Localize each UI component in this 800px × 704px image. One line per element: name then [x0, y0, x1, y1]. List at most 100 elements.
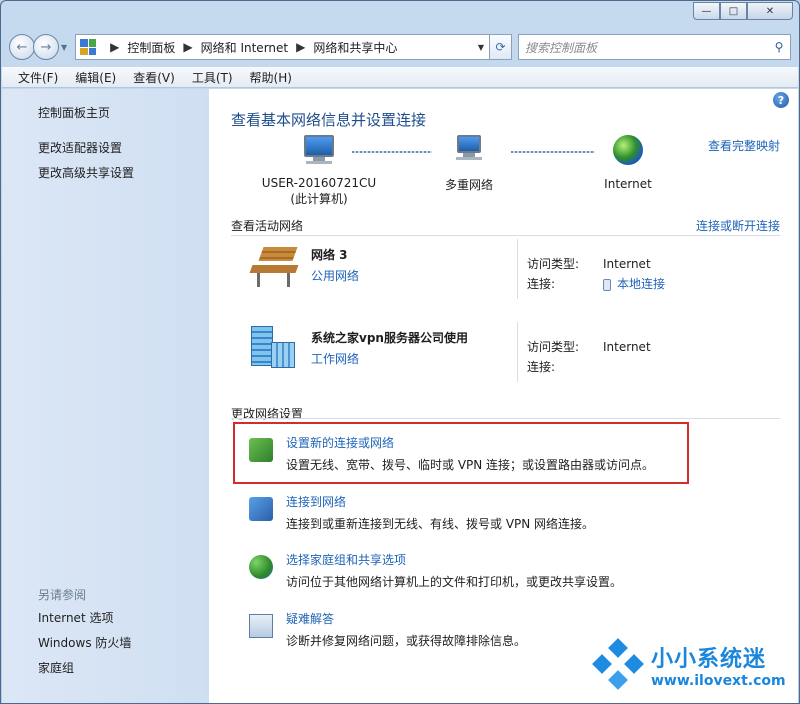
- minimize-button[interactable]: —: [693, 2, 720, 20]
- menu-file[interactable]: 文件(F): [18, 69, 58, 86]
- refresh-button[interactable]: ⟳: [490, 34, 512, 60]
- task-link[interactable]: 连接到网络: [286, 493, 346, 510]
- task-description: 设置无线、宽带、拨号、临时或 VPN 连接；或设置路由器或访问点。: [286, 458, 655, 472]
- breadcrumb-item[interactable]: 控制面板: [127, 39, 175, 56]
- divider: [231, 235, 780, 236]
- control-panel-icon: [80, 39, 97, 55]
- connection-row: 连接: 本地连接: [527, 275, 665, 292]
- see-also-homegroup[interactable]: 家庭组: [38, 659, 131, 684]
- network-entry: 网络 3 公用网络 访问类型: Internet 连接: 本地连接: [231, 239, 780, 313]
- search-input[interactable]: 搜索控制面板 ⚲: [518, 34, 791, 60]
- troubleshoot-icon: [249, 614, 273, 638]
- map-internet: Internet: [593, 135, 663, 191]
- see-also-firewall[interactable]: Windows 防火墙: [38, 634, 131, 659]
- computer-name: USER-20160721CU: [261, 176, 377, 190]
- watermark-logo-icon: [592, 638, 644, 690]
- watermark-url: www.ilovext.com: [651, 673, 786, 689]
- connection-row: 连接:: [527, 358, 603, 375]
- access-type-value: Internet: [603, 257, 651, 271]
- building-icon: [251, 326, 295, 368]
- access-type-row: 访问类型: Internet: [527, 338, 651, 355]
- connect-disconnect-link[interactable]: 连接或断开连接: [696, 217, 780, 234]
- multi-network-icon: [429, 135, 509, 160]
- connection-label: 连接:: [527, 360, 556, 374]
- connection-label: 连接:: [527, 277, 556, 291]
- recent-pages-dropdown-icon[interactable]: ▼: [61, 43, 67, 52]
- task-link[interactable]: 选择家庭组和共享选项: [286, 551, 406, 568]
- task-connect-network: 连接到网络 连接到或重新连接到无线、有线、拨号或 VPN 网络连接。: [249, 493, 780, 543]
- divider: [517, 322, 518, 382]
- watermark-title: 小小系统迷: [651, 647, 767, 672]
- search-icon[interactable]: ⚲: [768, 40, 790, 54]
- homegroup-icon: [249, 555, 273, 579]
- change-settings-heading: 更改网络设置: [231, 407, 304, 421]
- divider: [231, 418, 780, 419]
- sidebar-item-adapter-settings[interactable]: 更改适配器设置: [38, 139, 134, 156]
- network-name: 网络 3: [311, 248, 348, 262]
- internet-label: Internet: [604, 177, 652, 191]
- task-description: 访问位于其他网络计算机上的文件和打印机，或更改共享设置。: [286, 575, 623, 589]
- divider: [517, 239, 518, 299]
- watermark: 小小系统迷 www.ilovext.com: [592, 637, 791, 697]
- breadcrumb: ▶ 控制面板 ▶ 网络和 Internet ▶ 网络和共享中心: [102, 39, 397, 56]
- close-button[interactable]: ✕: [747, 2, 793, 20]
- network-type-link[interactable]: 工作网络: [311, 350, 359, 367]
- window: — □ ✕ ← → ▼ ▶ 控制面板 ▶ 网络和 Internet ▶ 网络和共…: [0, 0, 800, 704]
- menu-edit[interactable]: 编辑(E): [75, 69, 116, 86]
- menu-tools[interactable]: 工具(T): [192, 69, 233, 86]
- back-button[interactable]: ←: [9, 34, 35, 60]
- task-link[interactable]: 疑难解答: [286, 610, 334, 627]
- refresh-icon: ⟳: [495, 40, 506, 54]
- main-panel: ? 查看基本网络信息并设置连接 查看完整映射 USER-20160721CU (…: [209, 89, 798, 703]
- task-setup-connection: 设置新的连接或网络 设置无线、宽带、拨号、临时或 VPN 连接；或设置路由器或访…: [249, 434, 780, 484]
- menu-view[interactable]: 查看(V): [133, 69, 175, 86]
- caption-buttons: — □ ✕: [693, 2, 793, 20]
- task-description: 连接到或重新连接到无线、有线、拨号或 VPN 网络连接。: [286, 517, 595, 531]
- bench-icon: [249, 247, 303, 287]
- connection-link[interactable]: 本地连接: [617, 277, 665, 291]
- chevron-right-icon[interactable]: ▶: [183, 40, 192, 54]
- breadcrumb-item[interactable]: 网络和 Internet: [201, 39, 288, 56]
- help-icon[interactable]: ?: [773, 92, 789, 108]
- search-placeholder: 搜索控制面板: [525, 40, 598, 55]
- access-type-label: 访问类型:: [527, 257, 580, 271]
- task-description: 诊断并修复网络问题，或获得故障排除信息。: [286, 634, 527, 648]
- chevron-right-icon[interactable]: ▶: [110, 40, 119, 54]
- sidebar-item-advanced-sharing[interactable]: 更改高级共享设置: [38, 164, 134, 181]
- map-computer: USER-20160721CU (此计算机): [249, 135, 389, 207]
- connect-network-icon: [249, 497, 273, 521]
- menu-bar: 文件(F) 编辑(E) 查看(V) 工具(T) 帮助(H): [2, 67, 798, 88]
- sidebar-home-link[interactable]: 控制面板主页: [38, 104, 110, 121]
- access-type-row: 访问类型: Internet: [527, 255, 651, 272]
- sidebar-links: 更改适配器设置 更改高级共享设置: [38, 139, 134, 189]
- access-type-label: 访问类型:: [527, 340, 580, 354]
- computer-sublabel: (此计算机): [290, 192, 348, 206]
- network-map: USER-20160721CU (此计算机) 多重网络 Internet: [249, 135, 719, 215]
- network-entry: 系统之家vpn服务器公司使用 工作网络 访问类型: Internet 连接:: [231, 322, 780, 396]
- menu-help[interactable]: 帮助(H): [250, 69, 292, 86]
- breadcrumb-item[interactable]: 网络和共享中心: [313, 39, 397, 56]
- forward-button[interactable]: →: [33, 34, 59, 60]
- map-network: 多重网络: [429, 135, 509, 193]
- access-type-value: Internet: [603, 340, 651, 354]
- connection-line: [352, 151, 432, 153]
- ethernet-icon: [603, 278, 611, 291]
- new-connection-icon: [249, 438, 273, 462]
- see-also-internet-options[interactable]: Internet 选项: [38, 609, 131, 634]
- see-also-list: Internet 选项 Windows 防火墙 家庭组: [38, 609, 131, 684]
- see-also-heading: 另请参阅: [38, 588, 87, 602]
- sidebar: 控制面板主页 更改适配器设置 更改高级共享设置 另请参阅 Internet 选项…: [2, 89, 209, 703]
- computer-icon: [249, 135, 389, 164]
- maximize-button[interactable]: □: [720, 2, 747, 20]
- chevron-right-icon[interactable]: ▶: [296, 40, 305, 54]
- network-type-link[interactable]: 公用网络: [311, 267, 359, 284]
- network-label: 多重网络: [444, 178, 493, 192]
- task-homegroup: 选择家庭组和共享选项 访问位于其他网络计算机上的文件和打印机，或更改共享设置。: [249, 551, 780, 601]
- page-title: 查看基本网络信息并设置连接: [231, 111, 427, 129]
- address-bar[interactable]: ▶ 控制面板 ▶ 网络和 Internet ▶ 网络和共享中心 ▼: [75, 34, 490, 60]
- address-dropdown-icon[interactable]: ▼: [473, 43, 489, 52]
- task-link[interactable]: 设置新的连接或网络: [286, 434, 394, 451]
- network-name: 系统之家vpn服务器公司使用: [311, 331, 468, 345]
- navigation-bar: ← → ▼ ▶ 控制面板 ▶ 网络和 Internet ▶ 网络和共享中心 ▼ …: [9, 31, 791, 63]
- globe-icon: [613, 135, 643, 165]
